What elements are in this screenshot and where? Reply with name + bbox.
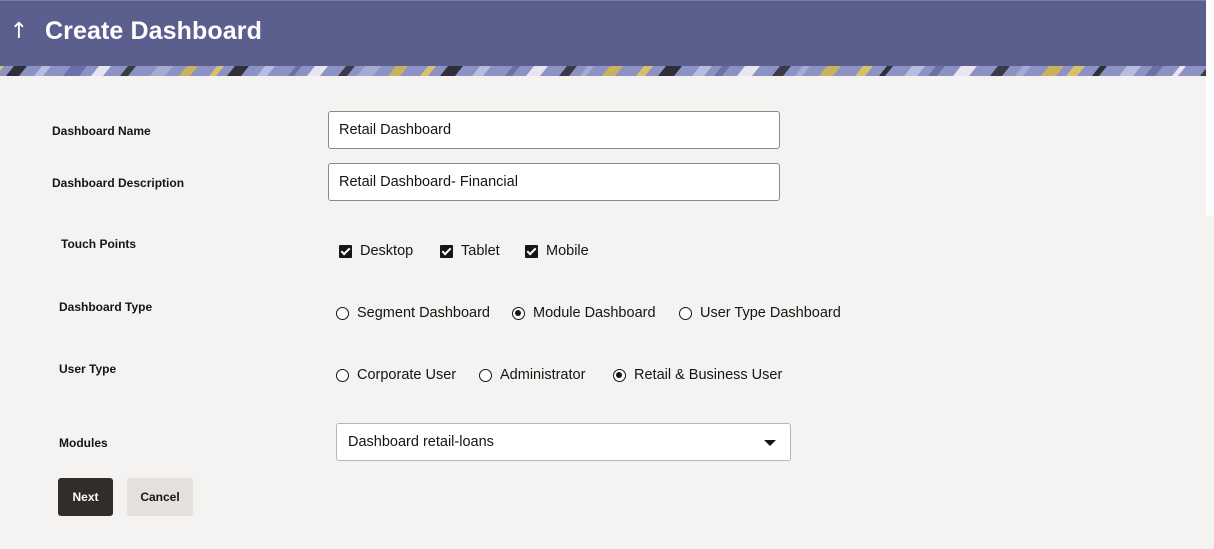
dashboard-type-label: Dashboard Type — [59, 300, 153, 314]
touch-points-label: Touch Points — [61, 237, 137, 251]
touch-point-mobile[interactable]: Mobile — [525, 243, 589, 259]
touch-point-tablet-label: Tablet — [461, 243, 500, 259]
modules-select-value: Dashboard retail-loans — [348, 434, 494, 450]
dashboard-type-segment[interactable]: Segment Dashboard — [336, 305, 490, 321]
dashboard-type-user-type-label: User Type Dashboard — [700, 305, 841, 321]
checkbox-checked-icon[interactable] — [440, 244, 453, 258]
cancel-button[interactable]: Cancel — [127, 478, 193, 516]
touch-point-desktop-label: Desktop — [360, 243, 414, 259]
touch-point-desktop[interactable]: Desktop — [339, 243, 413, 259]
dashboard-description-label: Dashboard Description — [52, 176, 185, 190]
user-type-label: User Type — [59, 362, 117, 376]
touch-point-mobile-label: Mobile — [546, 243, 589, 259]
next-button[interactable]: Next — [58, 478, 113, 516]
modules-label: Modules — [59, 436, 108, 450]
form-panel-extension — [1206, 216, 1214, 549]
user-type-retail-business[interactable]: Retail & Business User — [613, 367, 782, 383]
user-type-administrator-label: Administrator — [500, 367, 586, 383]
caret-down-icon[interactable] — [764, 440, 776, 446]
dashboard-description-input[interactable] — [328, 163, 780, 201]
user-type-administrator[interactable]: Administrator — [479, 367, 585, 383]
radio-unselected-icon[interactable] — [336, 306, 349, 320]
dashboard-name-input[interactable] — [328, 111, 780, 149]
checkbox-checked-icon[interactable] — [339, 244, 352, 258]
page-header: ↑ Create Dashboard — [0, 0, 1206, 76]
dashboard-name-label: Dashboard Name — [52, 124, 151, 138]
page-title: Create Dashboard — [45, 17, 262, 45]
arrow-up-icon[interactable]: ↑ — [9, 19, 29, 45]
dashboard-type-module[interactable]: Module Dashboard — [512, 305, 656, 321]
radio-unselected-icon[interactable] — [336, 368, 349, 382]
modules-select[interactable]: Dashboard retail-loans — [336, 423, 791, 461]
dashboard-type-user-type[interactable]: User Type Dashboard — [679, 305, 841, 321]
user-type-corporate-label: Corporate User — [357, 367, 457, 383]
dashboard-type-module-label: Module Dashboard — [533, 305, 656, 321]
radio-selected-icon[interactable] — [512, 306, 525, 320]
dashboard-type-segment-label: Segment Dashboard — [357, 305, 490, 321]
user-type-retail-business-label: Retail & Business User — [634, 367, 783, 383]
header-decoration — [0, 66, 1206, 76]
touch-point-tablet[interactable]: Tablet — [440, 243, 500, 259]
user-type-corporate[interactable]: Corporate User — [336, 367, 456, 383]
radio-selected-icon[interactable] — [613, 368, 626, 382]
checkbox-checked-icon[interactable] — [525, 244, 538, 258]
radio-unselected-icon[interactable] — [479, 368, 492, 382]
radio-unselected-icon[interactable] — [679, 306, 692, 320]
